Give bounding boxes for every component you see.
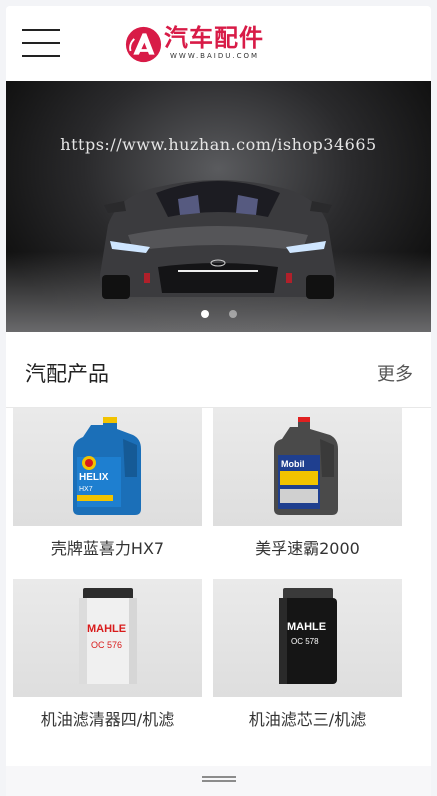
product-name: 美孚速霸2000	[255, 539, 360, 558]
products-section-header: 汽配产品 更多	[6, 332, 431, 408]
menu-line	[22, 42, 60, 44]
bottom-bar	[6, 766, 431, 796]
svg-text:MAHLE: MAHLE	[287, 621, 326, 633]
product-name: 壳牌蓝喜力HX7	[50, 539, 165, 558]
handle-line	[202, 776, 236, 778]
section-title: 汽配产品	[25, 362, 109, 386]
carousel-dots	[6, 310, 431, 318]
sports-car-image	[99, 180, 337, 299]
more-link[interactable]: 更多	[377, 360, 413, 386]
product-name: 机油滤清器四/机滤	[40, 710, 175, 729]
banner-watermark: https://www.huzhan.com/ishop34665	[60, 135, 377, 154]
product-card[interactable]: Mobil 美孚速霸2000	[213, 408, 402, 571]
banner-carousel[interactable]: https://www.huzhan.com/ishop34665	[6, 81, 431, 332]
svg-text:OC 578: OC 578	[291, 637, 319, 646]
drag-handle-icon[interactable]	[202, 776, 236, 782]
product-image-black-filter: MAHLE OC 578	[213, 579, 402, 697]
handle-line	[202, 780, 236, 782]
product-card[interactable]: MAHLE OC 578 机油滤芯三/机滤	[213, 579, 402, 742]
product-grid: HELIX HX7 壳牌蓝喜力HX7 Mobil 美孚速霸2000 MAHLE …	[13, 408, 413, 742]
svg-text:HX7: HX7	[79, 486, 93, 493]
mobil-oil-bottle-icon: Mobil	[273, 417, 338, 515]
product-image-shell: HELIX HX7	[13, 408, 202, 526]
white-oil-filter-icon: MAHLE OC 576	[78, 588, 137, 684]
shell-oil-bottle-icon: HELIX HX7	[72, 417, 141, 515]
carousel-dot-1[interactable]	[200, 310, 209, 318]
hamburger-menu-icon[interactable]	[22, 29, 60, 59]
logo[interactable]: 汽车配件 WWW.BAIDU.COM	[125, 24, 264, 66]
logo-subtitle: WWW.BAIDU.COM	[170, 52, 260, 60]
svg-text:HELIX: HELIX	[79, 472, 109, 483]
carousel-dot-2[interactable]	[228, 310, 237, 318]
logo-text: 汽车配件 WWW.BAIDU.COM	[164, 24, 264, 61]
product-name: 机油滤芯三/机滤	[248, 710, 367, 729]
svg-text:MAHLE: MAHLE	[87, 623, 126, 635]
logo-mark-icon	[125, 26, 162, 63]
product-card[interactable]: MAHLE OC 576 机油滤清器四/机滤	[13, 579, 202, 742]
product-image-white-filter: MAHLE OC 576	[13, 579, 202, 697]
black-oil-filter-icon: MAHLE OC 578	[278, 588, 337, 684]
header: 汽车配件 WWW.BAIDU.COM	[6, 6, 431, 81]
svg-text:OC 576: OC 576	[91, 640, 122, 650]
svg-text:Mobil: Mobil	[281, 459, 305, 469]
menu-line	[22, 55, 60, 57]
menu-line	[22, 29, 60, 31]
product-card[interactable]: HELIX HX7 壳牌蓝喜力HX7	[13, 408, 202, 571]
product-image-mobil: Mobil	[213, 408, 402, 526]
logo-title: 汽车配件	[164, 24, 264, 52]
